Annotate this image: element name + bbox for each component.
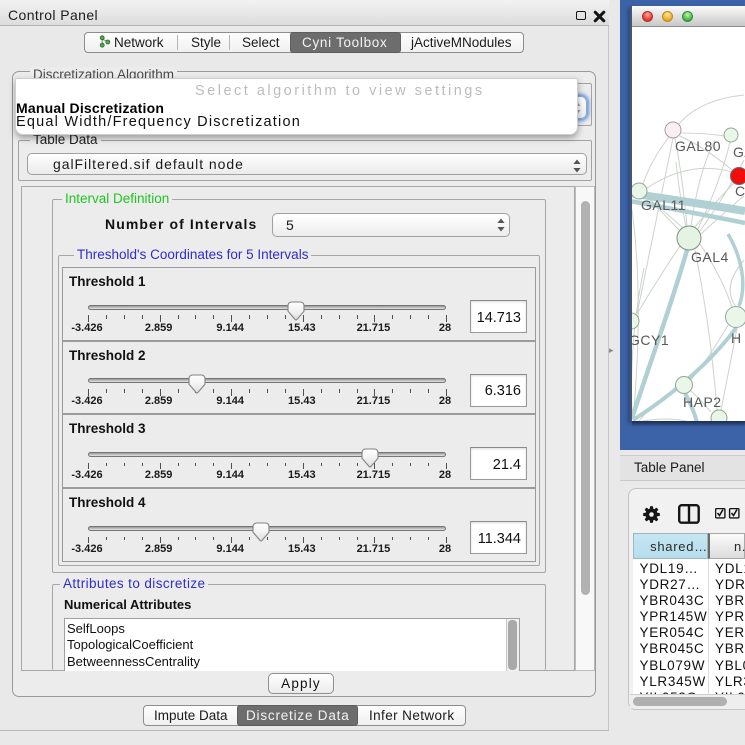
svg-text:GAL11: GAL11 [641,197,686,213]
svg-text:GA: GA [733,144,745,160]
svg-text:HAP2: HAP2 [683,394,722,410]
svg-text:GCY1: GCY1 [632,332,669,348]
svg-text:C: C [735,183,745,199]
svg-text:GAL80: GAL80 [675,138,721,154]
svg-text:H: H [731,330,742,346]
svg-text:GAL4: GAL4 [691,249,729,265]
